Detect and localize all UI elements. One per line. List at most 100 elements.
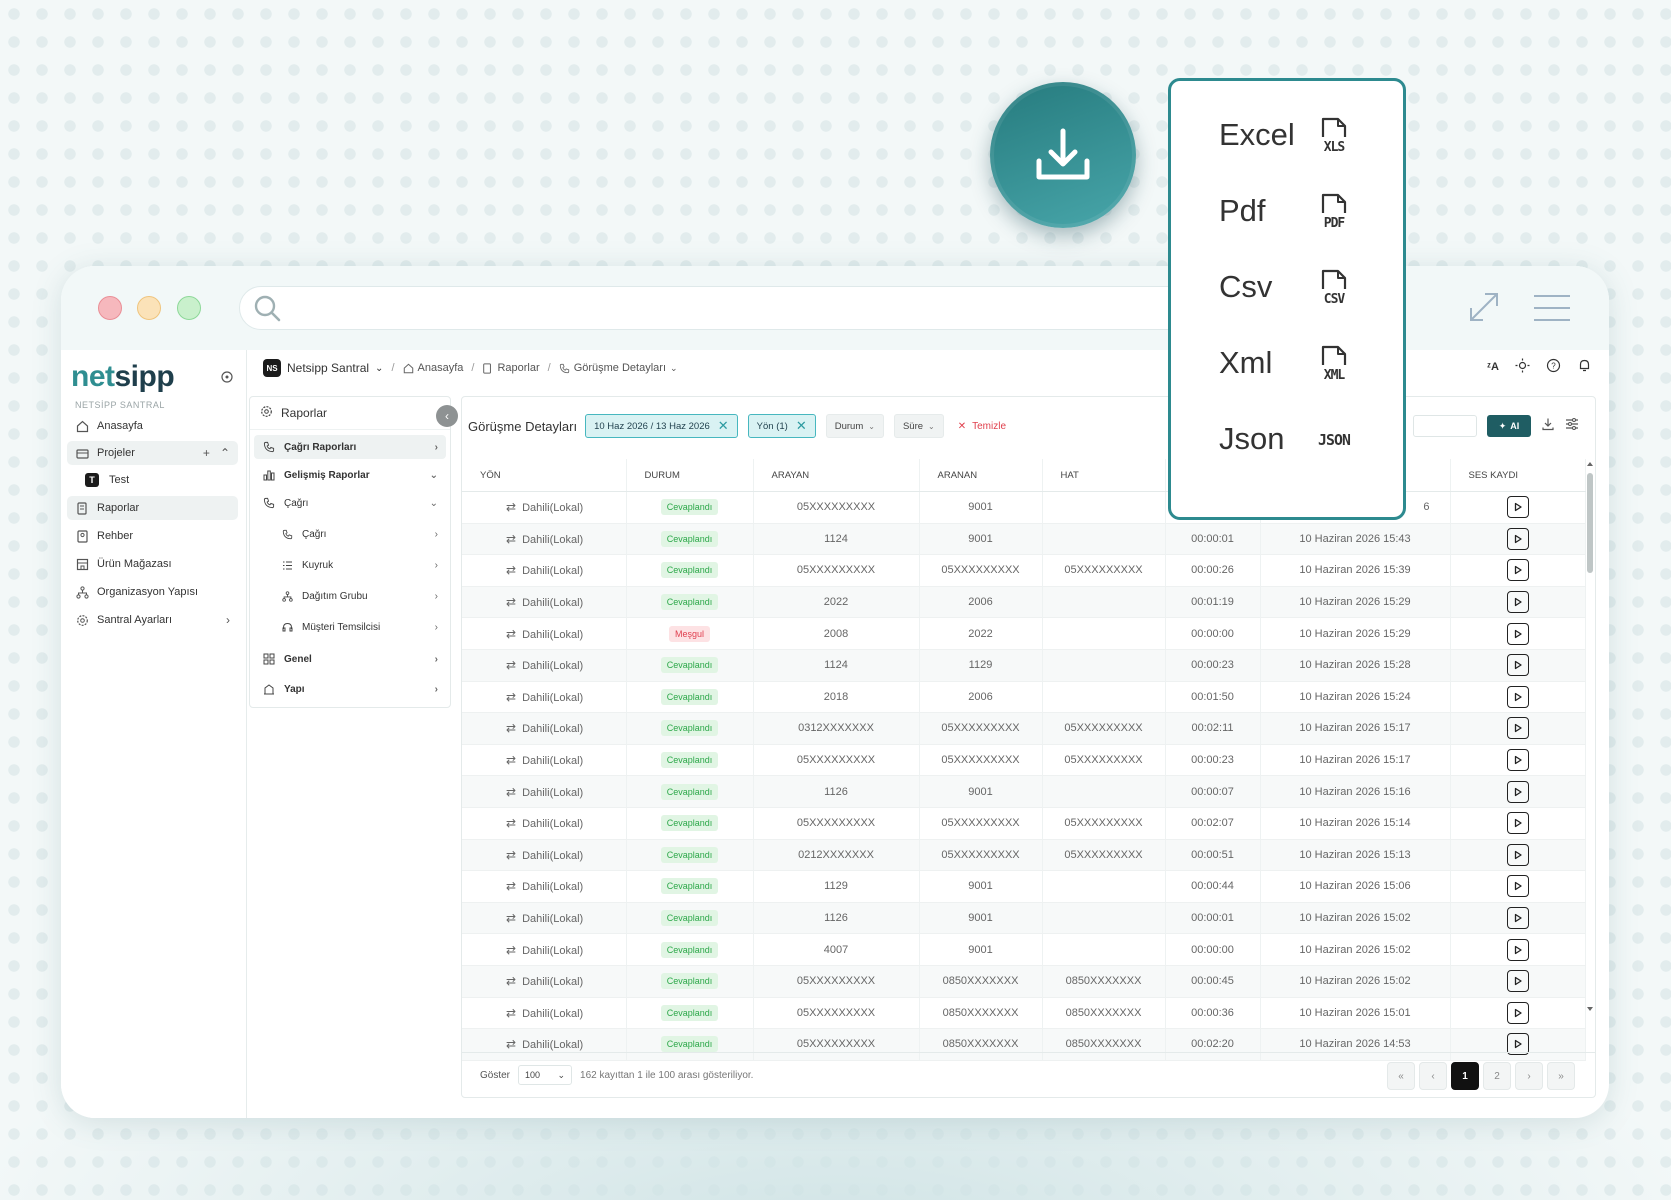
play-recording-button[interactable] <box>1506 527 1529 550</box>
table-scrollbar[interactable] <box>1585 459 1595 1014</box>
expand-icon[interactable] <box>1467 290 1501 329</box>
help-icon[interactable]: ? <box>1546 358 1561 376</box>
date-range-chip[interactable]: 10 Haz 2026 / 13 Haz 2026 ✕ <box>585 414 738 438</box>
table-row[interactable]: ⇄ Dahili(Lokal) Cevaplandı 05XXXXXXXXX 05XXX… <box>462 744 1586 777</box>
panel-item-cagri[interactable]: Çağrı › <box>254 522 446 546</box>
table-row[interactable]: ⇄ Dahili(Lokal) Cevaplandı 1124 1129 00:00:23… <box>462 649 1586 682</box>
column-header-aranan[interactable]: ARANAN <box>919 459 1043 492</box>
panel-item-gelismis-raporlar[interactable]: Gelişmiş Raporlar ⌄ <box>254 463 446 487</box>
play-recording-button[interactable] <box>1506 938 1529 961</box>
play-recording-button[interactable] <box>1506 812 1529 835</box>
table-row[interactable]: ⇄ Dahili(Lokal) Cevaplandı 4007 9001 00:00:00… <box>462 933 1586 966</box>
export-option-excel[interactable]: Excel XLS <box>1219 115 1369 155</box>
hamburger-menu-icon[interactable] <box>1533 294 1571 327</box>
chevron-up-icon[interactable]: ⌃ <box>220 446 230 460</box>
play-recording-button[interactable] <box>1506 780 1529 803</box>
play-recording-button[interactable] <box>1506 654 1529 677</box>
logo[interactable]: netsipp <box>71 360 175 394</box>
download-icon[interactable] <box>1541 417 1555 436</box>
play-recording-button[interactable] <box>1506 717 1529 740</box>
sidebar-item-rehber[interactable]: Rehber <box>67 524 238 548</box>
address-bar[interactable] <box>239 286 1271 330</box>
sidebar-settings-icon[interactable] <box>221 370 233 388</box>
table-row[interactable]: ⇄ Dahili(Lokal) Cevaplandı 1124 9001 00:00:01… <box>462 523 1586 556</box>
column-settings-icon[interactable] <box>1565 417 1579 436</box>
play-recording-button[interactable] <box>1506 559 1529 582</box>
play-recording-button[interactable] <box>1506 1001 1529 1024</box>
sidebar-item-santral-ayarlari[interactable]: Santral Ayarları › <box>67 608 238 632</box>
play-recording-button[interactable] <box>1506 970 1529 993</box>
next-page-button[interactable]: › <box>1515 1062 1543 1090</box>
table-row[interactable]: ⇄ Dahili(Lokal) Cevaplandı 2022 2006 00:01:19… <box>462 586 1586 619</box>
theme-toggle-icon[interactable] <box>1515 358 1530 376</box>
panel-item-cagri-raporlari[interactable]: Çağrı Raporları › <box>254 435 446 459</box>
panel-item-dagitim-grubu[interactable]: Dağıtım Grubu › <box>254 584 446 608</box>
sidebar-item-test[interactable]: T Test <box>67 468 238 492</box>
column-header-hat[interactable]: HAT <box>1042 459 1166 492</box>
table-row[interactable]: ⇄ Dahili(Lokal) Cevaplandı 05XXXXXXXXX 0850X… <box>462 965 1586 998</box>
download-button[interactable] <box>990 82 1136 228</box>
clear-filters-button[interactable]: ✕ Temizle <box>958 421 1006 432</box>
column-header-durum[interactable]: DURUM <box>626 459 754 492</box>
play-recording-button[interactable] <box>1506 843 1529 866</box>
play-recording-button[interactable] <box>1506 875 1529 898</box>
table-row[interactable]: ⇄ Dahili(Lokal) Cevaplandı 1129 9001 00:00:44… <box>462 870 1586 903</box>
play-recording-button[interactable] <box>1506 591 1529 614</box>
scrollbar-thumb[interactable] <box>1587 473 1593 573</box>
window-close-dot[interactable] <box>98 296 122 320</box>
prev-page-button[interactable]: ‹ <box>1419 1062 1447 1090</box>
table-row[interactable]: ⇄ Dahili(Lokal) Cevaplandı 0212XXXXXXX 05XXX… <box>462 839 1586 872</box>
window-maximize-dot[interactable] <box>177 296 201 320</box>
sidebar-item-anasayfa[interactable]: Anasayfa <box>67 414 238 438</box>
page-size-select[interactable]: 100 ⌄ <box>518 1065 573 1085</box>
play-recording-button[interactable] <box>1506 749 1529 772</box>
table-row[interactable]: ⇄ Dahili(Lokal) Meşgul 2008 2022 00:00:00 10 H… <box>462 617 1586 650</box>
window-minimize-dot[interactable] <box>137 296 161 320</box>
panel-item-cagri-group[interactable]: Çağrı ⌄ <box>254 491 446 515</box>
last-page-button[interactable]: » <box>1547 1062 1575 1090</box>
export-option-csv[interactable]: Csv CSV <box>1219 267 1369 307</box>
column-header-arayan[interactable]: ARAYAN <box>753 459 920 492</box>
play-recording-button[interactable] <box>1506 622 1529 645</box>
breadcrumb-gorusme-detaylari[interactable]: Görüşme Detayları ⌄ <box>559 362 678 374</box>
table-row[interactable]: ⇄ Dahili(Lokal) Cevaplandı 05XXXXXXXXX 05XXX… <box>462 554 1586 587</box>
breadcrumb-raporlar[interactable]: Raporlar <box>482 362 540 374</box>
panel-item-yapi[interactable]: Yapı › <box>254 677 446 701</box>
table-row[interactable]: ⇄ Dahili(Lokal) Cevaplandı 05XXXXXXXXX 0850X… <box>462 997 1586 1030</box>
export-option-json[interactable]: Json JSON <box>1219 419 1369 459</box>
table-row[interactable]: ⇄ Dahili(Lokal) Cevaplandı 2018 2006 00:01:50… <box>462 681 1586 714</box>
notification-bell-icon[interactable] <box>1577 358 1592 376</box>
table-row[interactable]: ⇄ Dahili(Lokal) Cevaplandı 1126 9001 00:00:01… <box>462 902 1586 935</box>
play-recording-button[interactable] <box>1506 496 1529 519</box>
collapse-panel-button[interactable]: ‹ <box>436 405 458 427</box>
table-row[interactable]: ⇄ Dahili(Lokal) Cevaplandı 1126 9001 00:00:07… <box>462 775 1586 808</box>
sidebar-item-projeler[interactable]: Projeler + ⌃ <box>67 441 238 465</box>
column-header-ses-kaydi[interactable]: SES KAYDI <box>1450 459 1586 492</box>
play-recording-button[interactable] <box>1506 907 1529 930</box>
column-header-yon[interactable]: YÖN <box>462 459 627 492</box>
table-search-input[interactable] <box>1413 415 1477 437</box>
status-filter-chip[interactable]: Durum ⌄ <box>825 414 884 438</box>
first-page-button[interactable]: « <box>1387 1062 1415 1090</box>
table-row[interactable]: ⇄ Dahili(Lokal) Cevaplandı 05XXXXXXXXX 9001 6 <box>462 491 1586 524</box>
export-option-pdf[interactable]: Pdf PDF <box>1219 191 1369 231</box>
panel-item-musteri-temsilcisi[interactable]: Müşteri Temsilcisi › <box>254 615 446 639</box>
org-switcher[interactable]: Netsipp Santral ⌄ <box>287 361 383 375</box>
panel-item-kuyruk[interactable]: Kuyruk › <box>254 553 446 577</box>
add-project-icon[interactable]: + <box>203 446 210 460</box>
page-button-2[interactable]: 2 <box>1483 1062 1511 1090</box>
translate-icon[interactable]: ᶻA <box>1487 361 1499 373</box>
play-recording-button[interactable] <box>1506 685 1529 708</box>
breadcrumb-anasayfa[interactable]: Anasayfa <box>403 362 463 374</box>
sidebar-item-raporlar[interactable]: Raporlar <box>67 496 238 520</box>
page-button-1[interactable]: 1 <box>1451 1062 1479 1090</box>
panel-item-genel[interactable]: Genel › <box>254 647 446 671</box>
sidebar-item-urun-magazasi[interactable]: Ürün Mağazası <box>67 552 238 576</box>
remove-filter-icon[interactable]: ✕ <box>718 418 729 434</box>
duration-filter-chip[interactable]: Süre ⌄ <box>893 414 944 438</box>
sidebar-item-organizasyon[interactable]: Organizasyon Yapısı <box>67 580 238 604</box>
ai-button[interactable]: ✦ AI <box>1487 415 1531 437</box>
export-option-xml[interactable]: Xml XML <box>1219 343 1369 383</box>
remove-filter-icon[interactable]: ✕ <box>796 418 807 434</box>
table-row[interactable]: ⇄ Dahili(Lokal) Cevaplandı 0312XXXXXXX 05XXX… <box>462 712 1586 745</box>
